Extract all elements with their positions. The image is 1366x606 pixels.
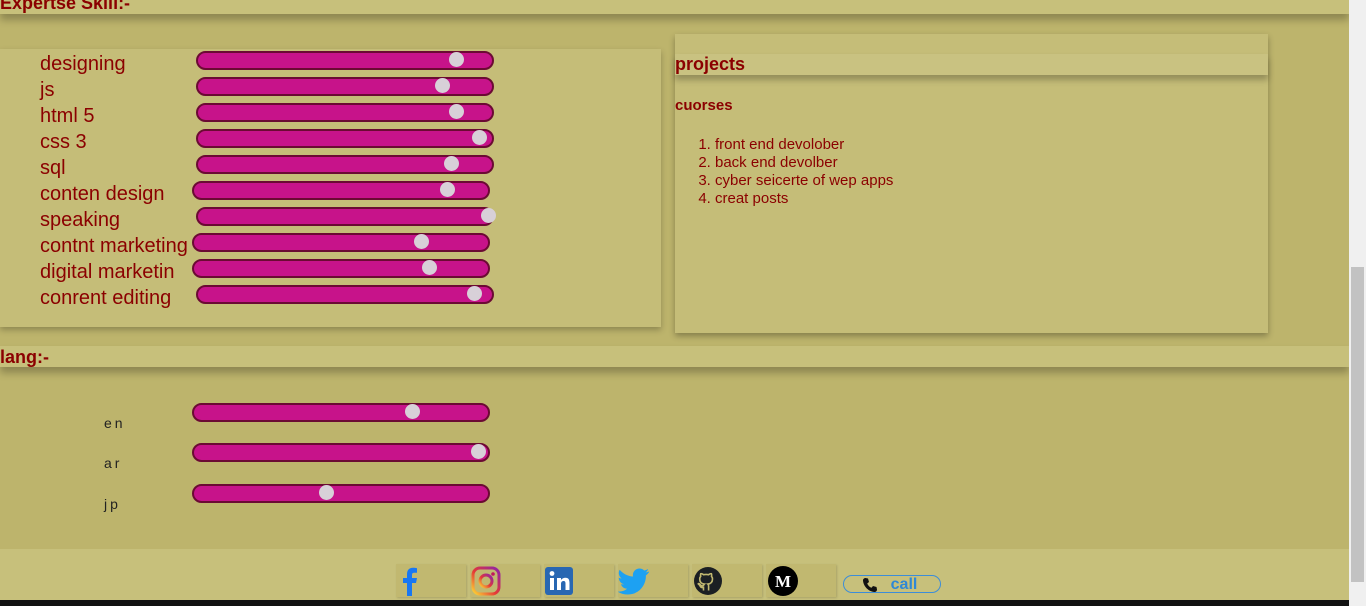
linkedin-icon xyxy=(545,567,573,595)
slider-thumb[interactable] xyxy=(481,208,496,223)
courses-heading: cuorses xyxy=(675,97,733,114)
skill-label-js: js xyxy=(40,79,55,101)
facebook-icon xyxy=(403,567,417,596)
linkedin-link[interactable] xyxy=(544,564,614,597)
medium-link[interactable]: M xyxy=(766,564,836,597)
phone-icon xyxy=(863,578,877,592)
course-item: creat posts xyxy=(715,190,893,208)
slider-thumb[interactable] xyxy=(471,444,486,459)
expertise-header: Expertse Skill:- xyxy=(0,0,1349,14)
skill-label-sql: sql xyxy=(40,157,66,179)
call-label: call xyxy=(890,576,918,593)
slider-thumb[interactable] xyxy=(449,52,464,67)
facebook-link[interactable] xyxy=(396,564,466,597)
course-item: cyber seicerte of wep apps xyxy=(715,172,893,190)
projects-panel: projects cuorses front end devolober bac… xyxy=(675,34,1268,333)
vertical-scrollbar[interactable] xyxy=(1349,0,1366,606)
lang-header: lang:- xyxy=(0,346,1349,367)
footer: M call xyxy=(0,549,1349,606)
skill-label-speaking: speaking xyxy=(40,209,121,231)
lang-label-en: en xyxy=(104,415,126,431)
slider-thumb[interactable] xyxy=(467,286,482,301)
lang-heading: lang:- xyxy=(0,347,49,367)
slider-thumb[interactable] xyxy=(405,404,420,419)
skill-slider-content-marketing[interactable] xyxy=(192,233,490,252)
slider-thumb[interactable] xyxy=(422,260,437,275)
skill-label-content-marketing: contnt marketing xyxy=(40,235,188,257)
lang-slider-en[interactable] xyxy=(192,403,490,422)
slider-thumb[interactable] xyxy=(319,485,334,500)
lang-slider-ar[interactable] xyxy=(192,443,490,462)
lang-slider-jp[interactable] xyxy=(192,484,490,503)
github-link[interactable] xyxy=(692,564,762,597)
medium-icon: M xyxy=(768,566,798,596)
slider-thumb[interactable] xyxy=(444,156,459,171)
skill-label-digital-marketing: digital marketin xyxy=(40,261,175,283)
skill-slider-designing[interactable] xyxy=(196,51,494,70)
call-button[interactable]: call xyxy=(843,575,941,593)
slider-thumb[interactable] xyxy=(435,78,450,93)
slider-thumb[interactable] xyxy=(414,234,429,249)
instagram-icon xyxy=(471,566,501,596)
twitter-icon xyxy=(618,568,649,595)
skill-slider-sql[interactable] xyxy=(196,155,494,174)
github-icon xyxy=(694,567,722,595)
skill-label-content-design: conten design xyxy=(40,183,165,205)
lang-label-jp: jp xyxy=(104,496,121,512)
skill-label-css3: css 3 xyxy=(40,131,87,153)
skill-slider-content-editing[interactable] xyxy=(196,285,494,304)
skill-slider-html5[interactable] xyxy=(196,103,494,122)
skill-slider-js[interactable] xyxy=(196,77,494,96)
expertise-heading: Expertse Skill:- xyxy=(0,0,131,13)
course-item: back end devolber xyxy=(715,154,893,172)
instagram-link[interactable] xyxy=(470,564,540,597)
course-item: front end devolober xyxy=(715,136,893,154)
bottom-edge xyxy=(0,600,1349,606)
skill-label-designing: designing xyxy=(40,53,126,75)
skill-slider-content-design[interactable] xyxy=(192,181,490,200)
slider-thumb[interactable] xyxy=(440,182,455,197)
slider-thumb[interactable] xyxy=(449,104,464,119)
skill-slider-css3[interactable] xyxy=(196,129,494,148)
projects-heading: projects xyxy=(675,54,1268,75)
courses-list: front end devolober back end devolber cy… xyxy=(675,136,893,208)
skill-slider-speaking[interactable] xyxy=(196,207,496,226)
lang-label-ar: ar xyxy=(104,455,123,471)
skill-label-html5: html 5 xyxy=(40,105,95,127)
svg-text:M: M xyxy=(775,572,791,591)
skill-slider-digital-marketing[interactable] xyxy=(192,259,490,278)
slider-thumb[interactable] xyxy=(472,130,487,145)
twitter-link[interactable] xyxy=(618,564,688,597)
scrollbar-thumb[interactable] xyxy=(1351,267,1364,582)
skill-label-content-editing: conrent editing xyxy=(40,287,172,309)
